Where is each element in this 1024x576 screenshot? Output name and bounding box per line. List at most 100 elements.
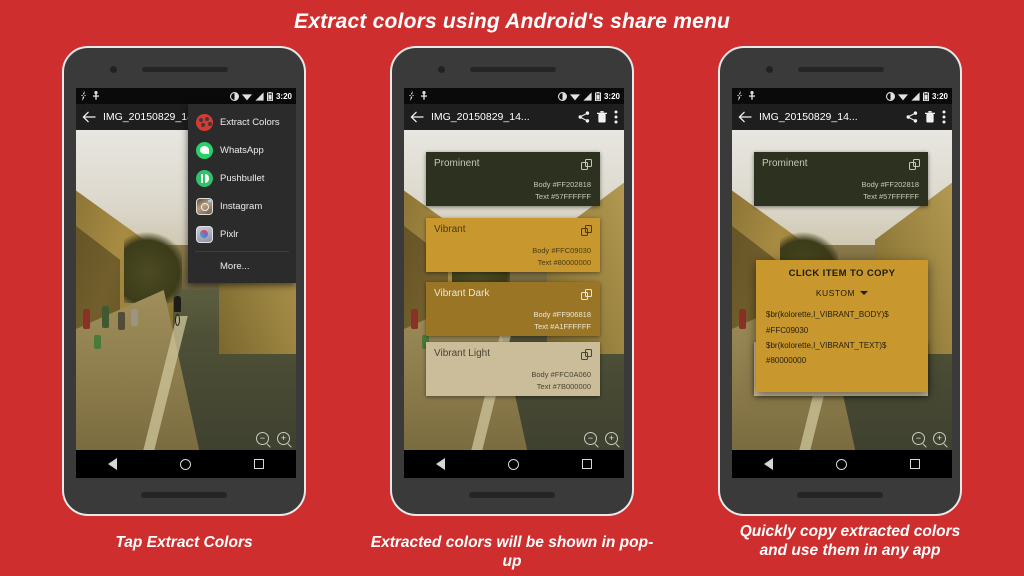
photo-pedestrian [102, 306, 110, 328]
share-item-pushbullet[interactable]: Pushbullet [188, 164, 296, 192]
copy-icon[interactable] [581, 159, 592, 170]
wifi-icon [897, 93, 908, 100]
usb-icon [421, 91, 427, 100]
palette-icon [196, 113, 213, 131]
usb-icon [749, 91, 755, 100]
nav-back-icon[interactable] [435, 458, 445, 470]
nav-recents-icon[interactable] [910, 459, 921, 469]
battery-icon [922, 91, 929, 101]
color-card-body-value: Body #FF906818 [533, 310, 591, 319]
copy-icon[interactable] [581, 349, 592, 360]
color-card-title: Prominent [762, 158, 808, 169]
phone-1-screen: 3:20 IMG_20150829_14... − + Extract Colo… [76, 88, 296, 478]
photo-pedestrian [93, 334, 101, 349]
color-card-title: Vibrant [434, 224, 466, 235]
share-icon[interactable] [906, 111, 918, 123]
share-item-label: Pixlr [220, 228, 239, 240]
caption-step-3: Quickly copy extracted colors and use th… [690, 522, 1010, 560]
trash-icon[interactable] [597, 111, 607, 123]
system-nav-bar [404, 450, 624, 478]
color-card-title: Vibrant Light [434, 348, 490, 359]
nav-home-icon[interactable] [179, 458, 191, 470]
phone-2-screen: 3:20 IMG_20150829_14... − + Prominent Bo… [404, 88, 624, 478]
color-card-vibrant[interactable]: Vibrant Body #FFC09030 Text #80000000 [426, 218, 600, 272]
extracted-color-card-list: Prominent Body #FF202818 Text #57FFFFFF … [404, 130, 624, 450]
status-time: 3:20 [931, 91, 948, 101]
battery-icon [594, 91, 601, 101]
share-item-label: Pushbullet [220, 172, 265, 184]
system-nav-bar [76, 450, 296, 478]
share-item-extract-colors[interactable]: Extract Colors [188, 108, 296, 136]
wifi-icon [241, 93, 252, 100]
front-camera-icon [110, 66, 117, 73]
color-card-body-value: Body #FF202818 [533, 180, 591, 189]
trash-icon[interactable] [925, 111, 935, 123]
back-arrow-icon[interactable] [82, 111, 96, 123]
share-item-label: More... [220, 260, 250, 272]
popup-title: CLICK ITEM TO COPY [788, 268, 896, 279]
color-card-vibrant-dark[interactable]: Vibrant Dark Body #FF906818 Text #A1FFFF… [426, 282, 600, 336]
signal-icon [255, 91, 264, 101]
phone-mockup-2: 3:20 IMG_20150829_14... − + Prominent Bo… [390, 46, 634, 516]
flash-off-icon [80, 91, 88, 101]
color-card-text-value: Text #A1FFFFFF [534, 322, 591, 331]
share-item-whatsapp[interactable]: WhatsApp [188, 136, 296, 164]
share-icon[interactable] [578, 111, 590, 123]
copy-icon[interactable] [909, 159, 920, 170]
color-card-title: Prominent [434, 158, 480, 169]
overflow-menu-icon[interactable] [942, 110, 946, 124]
popup-list-item[interactable]: $br(kolorette,I_VIBRANT_BODY)$ [756, 307, 928, 322]
color-card-prominent[interactable]: Prominent Body #FF202818 Text #57FFFFFF [754, 152, 928, 206]
popup-preset-dropdown[interactable]: KUSTOM [756, 288, 928, 298]
zoom-in-icon[interactable]: + [277, 432, 290, 445]
usb-icon [93, 91, 99, 100]
nav-back-icon[interactable] [107, 458, 117, 470]
popup-preset-label: KUSTOM [815, 288, 856, 298]
caption-step-3-line-2: and use them in any app [759, 542, 941, 559]
pushbullet-icon [196, 169, 213, 187]
nav-recents-icon[interactable] [582, 459, 593, 469]
back-arrow-icon[interactable] [410, 111, 424, 123]
toolbar-title: IMG_20150829_14... [759, 111, 858, 123]
color-card-vibrant-light[interactable]: Vibrant Light Body #FFC0A060 Text #7B000… [426, 342, 600, 396]
popup-list-item[interactable]: $br(kolorette,I_VIBRANT_TEXT)$ [756, 338, 928, 353]
copy-icon[interactable] [581, 289, 592, 300]
share-menu: Extract Colors WhatsApp Pushbullet Insta… [188, 104, 296, 283]
popup-list-item[interactable]: #FFC09030 [756, 322, 928, 337]
flash-off-icon [736, 91, 744, 101]
menu-divider [195, 251, 289, 252]
app-toolbar-3: IMG_20150829_14... [732, 104, 952, 130]
caption-step-3-line-1: Quickly copy extracted colors [739, 523, 961, 540]
wifi-icon [569, 93, 580, 100]
nav-back-icon[interactable] [763, 458, 773, 470]
nav-home-icon[interactable] [507, 458, 519, 470]
back-arrow-icon[interactable] [738, 111, 752, 123]
status-bar: 3:20 [732, 88, 952, 104]
photo-pedestrian [117, 312, 125, 331]
share-item-instagram[interactable]: Instagram [188, 192, 296, 220]
nav-recents-icon[interactable] [254, 459, 265, 469]
nav-home-icon[interactable] [835, 458, 847, 470]
instagram-icon [196, 197, 213, 215]
earpiece-grille [798, 67, 884, 72]
color-card-text-value: Text #57FFFFFF [535, 192, 591, 201]
share-item-more[interactable]: More... [188, 255, 296, 277]
overflow-menu-icon[interactable] [614, 110, 618, 124]
popup-list-item[interactable]: #80000000 [756, 353, 928, 368]
caption-step-1: Tap Extract Colors [115, 534, 253, 551]
bottom-speaker-grille [797, 492, 883, 498]
status-time: 3:20 [603, 91, 620, 101]
phone-mockup-3: 3:20 IMG_20150829_14... − + Prominent Bo… [718, 46, 962, 516]
copy-popup-dialog: CLICK ITEM TO COPY KUSTOM $br(kolorette,… [756, 260, 928, 392]
photo-pedestrian [82, 309, 90, 330]
chevron-down-icon [860, 291, 869, 295]
zoom-out-icon[interactable]: − [256, 432, 269, 445]
earpiece-grille [470, 67, 556, 72]
photo-cyclist [173, 296, 182, 327]
popup-item-list: $br(kolorette,I_VIBRANT_BODY)$ #FFC09030… [756, 307, 928, 369]
color-card-body-value: Body #FF202818 [861, 180, 919, 189]
copy-icon[interactable] [581, 225, 592, 236]
share-item-pixlr[interactable]: Pixlr [188, 220, 296, 248]
status-time: 3:20 [275, 91, 292, 101]
color-card-prominent[interactable]: Prominent Body #FF202818 Text #57FFFFFF [426, 152, 600, 206]
